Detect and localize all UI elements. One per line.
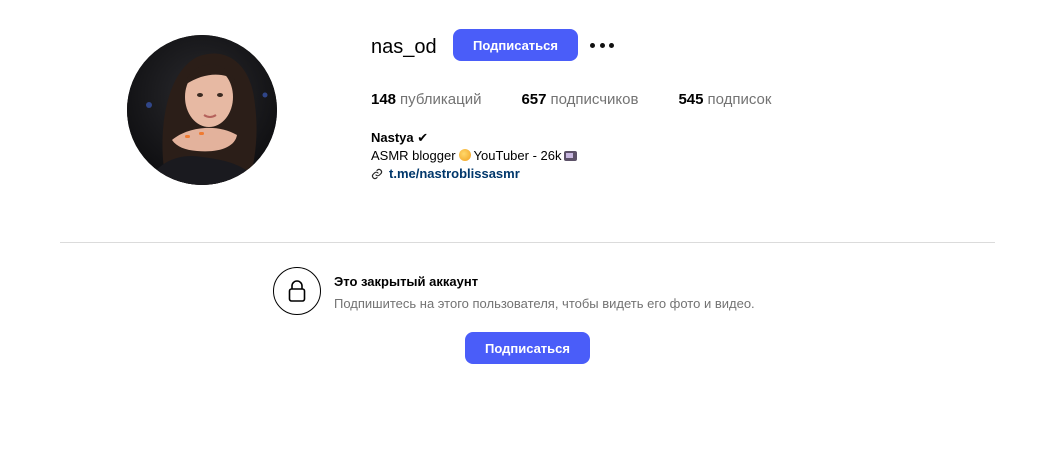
private-account-subtitle: Подпишитесь на этого пользователя, чтобы… — [334, 296, 755, 311]
following-count: 545 — [678, 91, 704, 108]
profile-page: nas_od Подписаться 148 публикаций 657 подп… — [0, 0, 1039, 468]
followers-count: 657 — [521, 91, 547, 108]
bio-link[interactable]: t.me/nastroblissasmr — [371, 165, 577, 183]
followers-label: подписчиков — [550, 91, 639, 108]
video-camera-emoji-icon — [564, 151, 578, 161]
bio-description-part1: ASMR blogger — [371, 148, 456, 163]
avatar-photo — [127, 35, 277, 185]
bio-description: ASMR blogger YouTuber - 26k — [371, 147, 578, 165]
stat-followers[interactable]: 657 подписчиков — [521, 91, 638, 109]
private-follow-button[interactable]: Подписаться — [465, 332, 590, 364]
bio-description-part2: YouTuber - 26k — [473, 148, 562, 163]
profile-avatar[interactable] — [127, 35, 277, 185]
follow-button[interactable]: Подписаться — [453, 29, 578, 61]
bio-name: Nastya ✔ — [371, 130, 429, 145]
profile-username: nas_od — [371, 36, 437, 58]
stat-posts: 148 публикаций — [371, 91, 481, 109]
following-label: подписок — [707, 91, 772, 108]
lock-icon — [273, 267, 321, 315]
link-icon — [371, 168, 383, 180]
bio-link-text[interactable]: t.me/nastroblissasmr — [389, 165, 520, 183]
posts-count: 148 — [371, 91, 397, 108]
profile-stats: 148 публикаций 657 подписчиков 545 подписок — [371, 91, 811, 109]
profile-bio: Nastya ✔ ASMR blogger YouTuber - 26k t.me… — [371, 129, 578, 183]
more-dots-icon[interactable] — [590, 35, 614, 55]
section-divider — [60, 242, 995, 243]
posts-label: публикаций — [400, 91, 482, 108]
coin-emoji-icon — [458, 149, 471, 161]
private-account-title: Это закрытый аккаунт — [334, 274, 479, 289]
stat-following[interactable]: 545 подписок — [678, 91, 771, 109]
